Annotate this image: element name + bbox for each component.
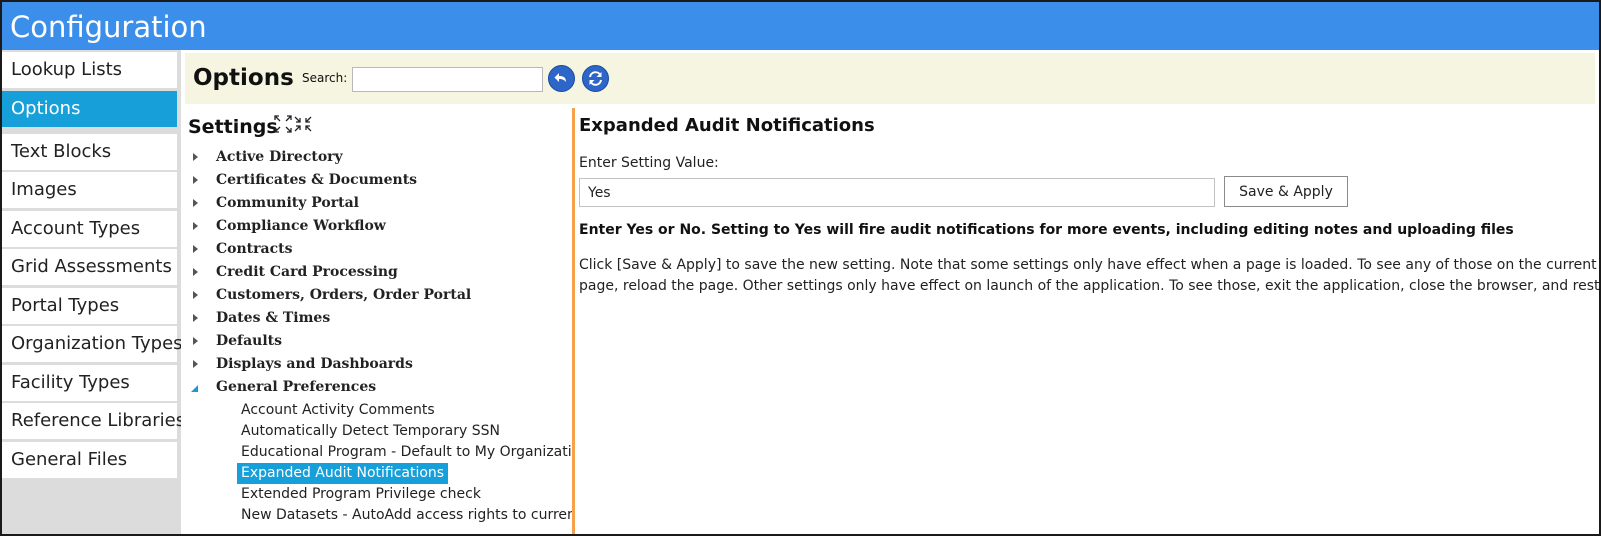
options-toolbar: Options Search: [185,53,1595,104]
sidebar-item-text-blocks[interactable]: Text Blocks [2,134,177,170]
setting-title: Expanded Audit Notifications [579,115,875,136]
tree-leaf-account-activity-comments[interactable]: Account Activity Comments [237,400,439,421]
page-title: Options [193,65,294,91]
tree-leaf-extended-program-privilege[interactable]: Extended Program Privilege check [237,484,485,505]
expand-arrow-icon[interactable] [193,337,198,345]
tree-node-label: Active Directory [216,149,343,165]
sidebar-item-grid-assessments[interactable]: Grid Assessments [2,249,177,285]
tree-leaf-educational-program-default[interactable]: Educational Program - Default to My Orga… [237,442,572,463]
tree-leaf-new-datasets-autoadd[interactable]: New Datasets - AutoAdd access rights to … [237,505,572,526]
back-arrow-icon [554,73,566,82]
setting-instruction: Enter Yes or No. Setting to Yes will fir… [579,222,1514,238]
setting-value-label: Enter Setting Value: [579,155,719,171]
setting-value-input[interactable] [579,178,1215,207]
tree-node-label: Compliance Workflow [216,218,386,234]
settings-title: Settings [188,116,278,138]
tree-node-dates-times[interactable]: Dates & Times [181,307,572,330]
tree-node-contracts[interactable]: Contracts [181,238,572,261]
tree-node-defaults[interactable]: Defaults [181,330,572,353]
tree-node-credit-card-processing[interactable]: Credit Card Processing [181,261,572,284]
tree-node-general-preferences[interactable]: General Preferences [181,376,572,399]
expand-arrow-icon[interactable] [193,268,198,276]
sidebar-item-reference-libraries[interactable]: Reference Libraries [2,403,185,439]
expand-arrow-icon[interactable] [193,360,198,368]
collapse-arrow-icon[interactable] [191,385,198,392]
tree-leaf-detect-temporary-ssn[interactable]: Automatically Detect Temporary SSN [237,421,504,442]
expand-arrow-icon[interactable] [193,245,198,253]
back-button[interactable] [548,65,575,92]
sidebar-item-account-types[interactable]: Account Types [2,211,177,247]
tree-node-label: Displays and Dashboards [216,356,413,372]
tree-node-compliance-workflow[interactable]: Compliance Workflow [181,215,572,238]
tree-node-displays-dashboards[interactable]: Displays and Dashboards [181,353,572,376]
refresh-button[interactable] [582,65,609,92]
sidebar-item-lookup-lists[interactable]: Lookup Lists [2,52,177,88]
tree-node-label: Defaults [216,333,282,349]
app-title-bar: Configuration [2,2,1599,50]
tree-node-label: General Preferences [216,379,377,395]
expand-arrow-icon[interactable] [193,222,198,230]
sidebar-item-portal-types[interactable]: Portal Types [2,288,177,324]
expand-all-icon[interactable] [274,115,292,133]
tree-node-label: Dates & Times [216,310,331,326]
sidebar-item-options[interactable]: Options [2,91,177,127]
sidebar-item-general-files[interactable]: General Files [2,442,177,478]
sidebar-item-facility-types[interactable]: Facility Types [2,365,177,401]
setting-detail-pane: Expanded Audit Notifications Enter Setti… [579,108,1599,534]
expand-collapse-icons [274,115,312,133]
tree-node-label: Credit Card Processing [216,264,398,280]
expand-arrow-icon[interactable] [193,291,198,299]
tree-node-certificates-documents[interactable]: Certificates & Documents [181,169,572,192]
refresh-icon [589,71,602,86]
sidebar: Lookup Lists Options Text Blocks Images … [2,50,185,534]
save-apply-button[interactable]: Save & Apply [1224,176,1348,207]
tree-node-label: Customers, Orders, Order Portal [216,287,472,303]
app-title: Configuration [10,10,207,44]
app-window: Configuration Lookup Lists Options Text … [0,0,1601,536]
search-label: Search: [302,71,348,85]
main-content: Options Search: Settings Active Director… [181,50,1599,534]
expand-arrow-icon[interactable] [193,314,198,322]
expand-arrow-icon[interactable] [193,153,198,161]
sidebar-item-images[interactable]: Images [2,172,177,208]
tree-node-label: Certificates & Documents [216,172,418,188]
tree-node-active-directory[interactable]: Active Directory [181,146,572,169]
tree-node-label: Community Portal [216,195,359,211]
settings-tree-pane: Settings Active Directory Certificates &… [181,108,575,534]
expand-arrow-icon[interactable] [193,199,198,207]
search-input[interactable] [352,67,543,92]
collapse-all-icon[interactable] [294,116,312,132]
expand-arrow-icon[interactable] [193,176,198,184]
tree-leaf-expanded-audit-notifications[interactable]: Expanded Audit Notifications [237,463,449,484]
tree-node-community-portal[interactable]: Community Portal [181,192,572,215]
tree-node-customers-orders[interactable]: Customers, Orders, Order Portal [181,284,572,307]
setting-help-text: Click [Save & Apply] to save the new set… [579,257,1599,294]
tree-node-label: Contracts [216,241,293,257]
sidebar-item-organization-types[interactable]: Organization Types [2,326,183,362]
